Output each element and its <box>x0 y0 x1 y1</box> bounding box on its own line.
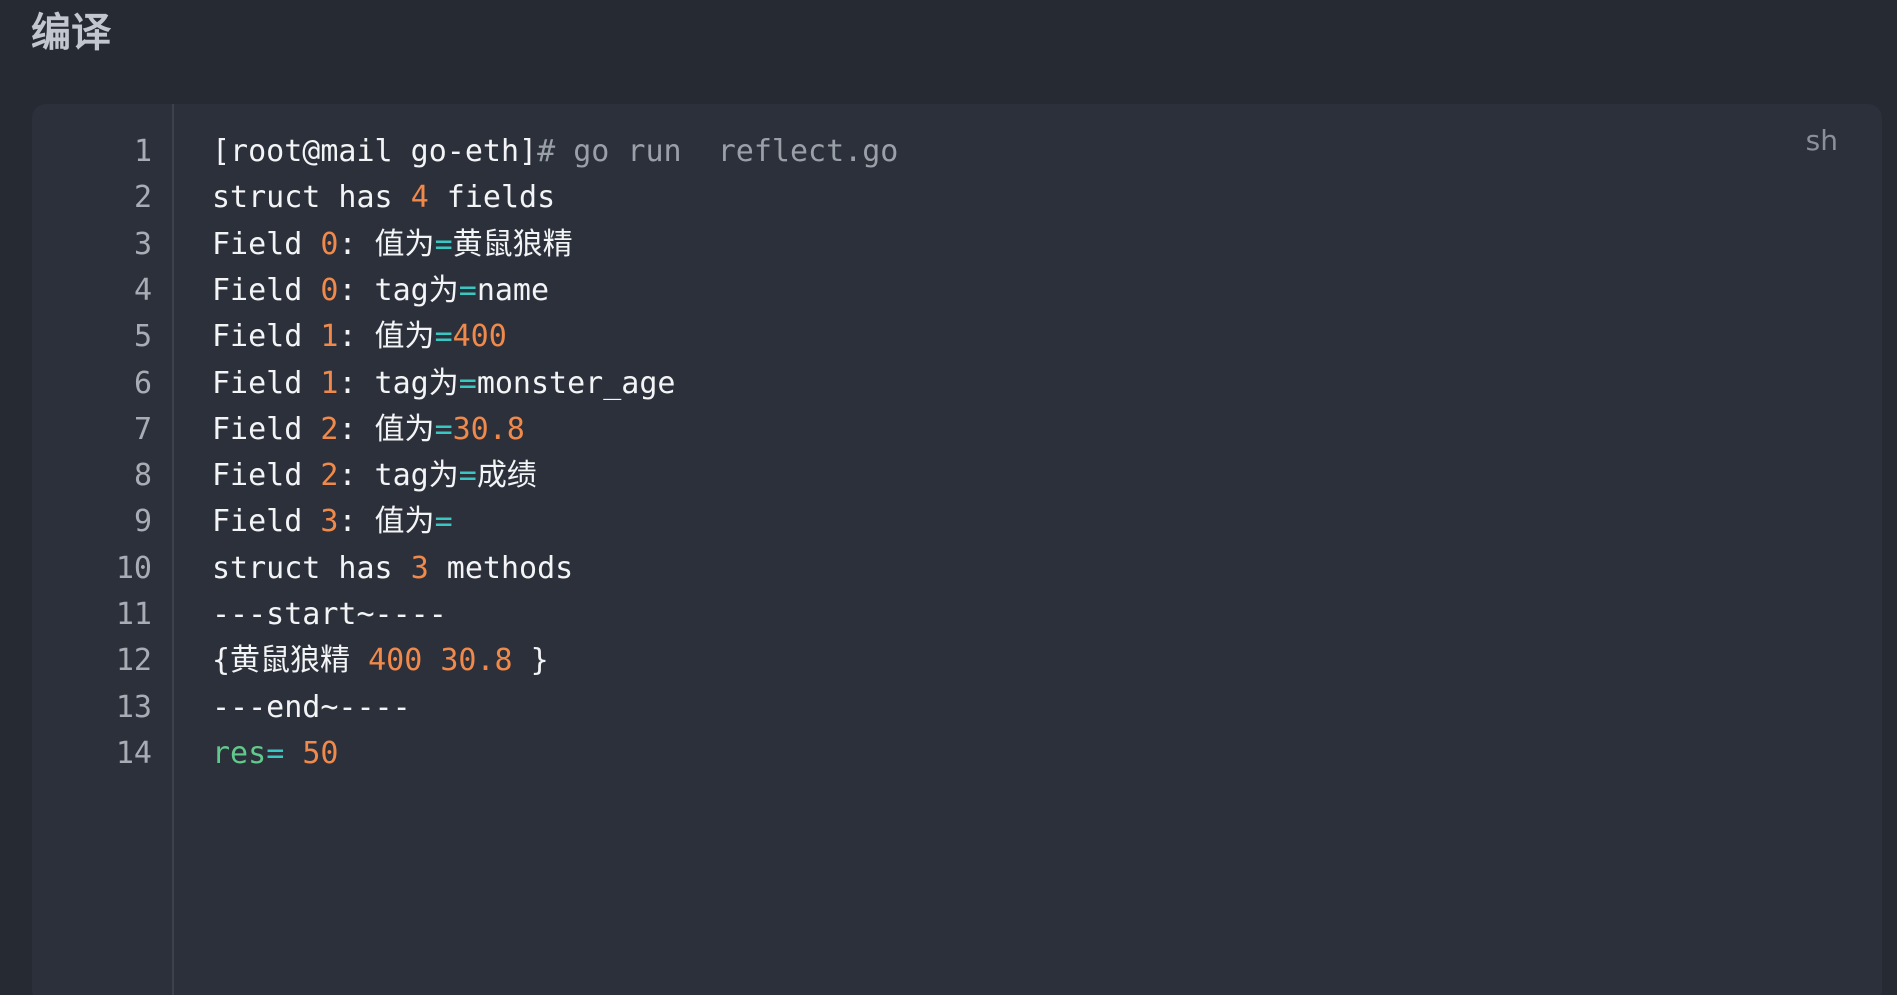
code-token: 30.8 <box>440 643 513 679</box>
code-token: : tag为 <box>338 458 459 494</box>
code-token: 400 <box>368 643 423 679</box>
code-token: 400 <box>452 319 507 355</box>
code-token: struct has <box>212 550 411 586</box>
code-token: fields <box>428 180 556 216</box>
code-token: = <box>434 504 453 540</box>
code-token: 成绩 <box>476 458 537 494</box>
code-line: res= 50 <box>212 726 338 782</box>
code-token: 2 <box>320 411 339 447</box>
code-token: 3 <box>320 504 339 540</box>
code-token: ---start~---- <box>212 597 447 632</box>
code-token: Field <box>212 504 321 540</box>
line-number: 14 <box>115 735 152 771</box>
code-token: 4 <box>410 180 429 216</box>
code-token: struct has <box>212 180 411 216</box>
code-token: 黄鼠狼精 <box>452 226 573 262</box>
code-token: 50 <box>302 735 339 771</box>
code-token: 30.8 <box>452 411 525 447</box>
code-token: Field <box>212 226 321 262</box>
code-token: 3 <box>410 550 429 586</box>
code-token: = <box>458 458 477 494</box>
code-token: {黄鼠狼精 <box>212 643 369 679</box>
code-token: 0 <box>320 272 339 308</box>
code-token: # go run reflect.go <box>537 134 899 169</box>
code-token: = <box>266 735 285 771</box>
code-token: Field <box>212 365 321 401</box>
code-token: Field <box>212 272 321 308</box>
code-token: 0 <box>320 226 339 262</box>
code-token: = <box>434 319 453 355</box>
section-title: 编译 <box>31 10 111 56</box>
code-token: : 值为 <box>338 319 435 355</box>
language-badge: sh <box>1805 124 1838 157</box>
code-token: name <box>476 272 550 308</box>
code-token: Field <box>212 458 321 494</box>
code-token: Field <box>212 319 321 355</box>
code-token: } <box>512 643 549 679</box>
code-token: = <box>458 272 477 308</box>
code-token: methods <box>428 550 574 586</box>
code-token: : 值为 <box>338 226 435 262</box>
code-block: 1 2 3 4 5 6 7 8 9 10 11 12 13 14 sh [root@mail go-eth… <box>32 104 1882 995</box>
code-token: : 值为 <box>338 504 435 540</box>
code-token: monster_age <box>476 365 676 401</box>
code-token: : tag为 <box>338 365 459 401</box>
code-token: 1 <box>320 365 339 401</box>
code-token: [root@mail go-eth] <box>212 134 538 169</box>
code-token: : tag为 <box>338 272 459 308</box>
code-token: = <box>434 411 453 447</box>
code-token: = <box>458 365 477 401</box>
code-token: : 值为 <box>338 411 435 447</box>
code-token: ---end~---- <box>212 689 411 725</box>
code-token: Field <box>212 411 321 447</box>
code-token: res <box>212 735 267 771</box>
code-token: = <box>434 226 453 262</box>
line-number-gutter: 1 2 3 4 5 6 7 8 9 10 11 12 13 14 <box>32 104 174 995</box>
code-token: 1 <box>320 319 339 355</box>
code-token: 2 <box>320 458 339 494</box>
